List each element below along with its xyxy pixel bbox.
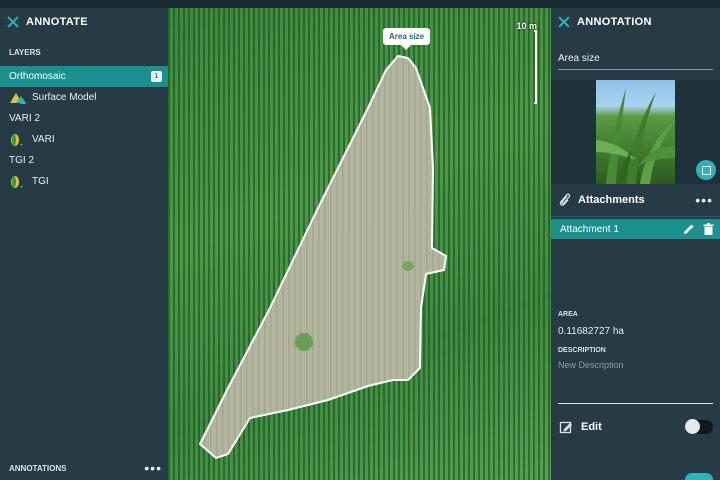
description-label: DESCRIPTION [558, 347, 606, 354]
layer-label: TGI [32, 176, 49, 187]
attachment-item-label: Attachment 1 [560, 223, 619, 235]
layers-label: LAYERS [9, 48, 41, 57]
toggle-knob [685, 419, 700, 434]
annotation-name-field[interactable]: Area size [558, 50, 713, 70]
annotation-header: ANNOTATION [551, 8, 720, 36]
terrain-icon [10, 92, 26, 104]
close-icon[interactable] [557, 15, 571, 29]
layer-tgi-2[interactable]: TGI 2 [0, 150, 168, 171]
layer-label: Surface Model [32, 92, 97, 103]
map-overlay [198, 54, 448, 460]
top-bar [0, 0, 720, 8]
panel-title: ANNOTATE [26, 16, 88, 28]
image-icon [701, 165, 711, 175]
layer-label: VARI 2 [9, 113, 40, 124]
area-label: AREA [558, 311, 578, 318]
layer-surface-model[interactable]: Surface Model [0, 87, 168, 108]
paperclip-icon [559, 193, 571, 206]
secondary-toggle[interactable] [685, 473, 713, 480]
corn-plants-image [596, 88, 675, 184]
layer-tgi[interactable]: TGI [0, 171, 168, 192]
annotation-tooltip[interactable]: Area size [383, 28, 431, 50]
photo-area [551, 80, 720, 184]
attachment-actions [683, 223, 714, 235]
more-options-icon[interactable]: ••• [144, 461, 162, 475]
trash-icon[interactable] [703, 223, 714, 235]
layer-orthomosaic[interactable]: Orthomosaic 1 [0, 66, 168, 87]
attachments-title: Attachments [578, 194, 645, 206]
index-icon [11, 175, 23, 188]
edit-toggle[interactable] [685, 419, 713, 434]
annotate-panel: ANNOTATE LAYERS Orthomosaic 1 Surface Mo… [0, 8, 168, 480]
layer-count-badge: 1 [151, 71, 162, 82]
edit-label: Edit [581, 421, 602, 433]
vegetation-patch [402, 261, 414, 271]
bare-soil-area [200, 56, 446, 458]
edit-group: Edit [559, 420, 602, 434]
layer-vari[interactable]: VARI [0, 129, 168, 150]
layer-label: TGI 2 [9, 155, 35, 166]
layer-label: Orthomosaic [9, 71, 66, 82]
layer-label: VARI [32, 134, 55, 145]
attachments-title-group: Attachments [559, 193, 645, 207]
pencil-icon[interactable] [683, 223, 695, 235]
attachment-photo[interactable] [596, 80, 675, 184]
panel-title: ANNOTATION [577, 16, 652, 28]
layer-vari-2[interactable]: VARI 2 [0, 108, 168, 129]
add-attachment-button[interactable] [696, 160, 716, 180]
edit-shape-icon [559, 421, 572, 434]
more-options-icon[interactable]: ••• [695, 193, 713, 207]
annotation-panel: ANNOTATION Area size Attachments ••• Att… [551, 8, 720, 480]
annotate-header: ANNOTATE [0, 8, 168, 36]
vegetation-patch [295, 333, 313, 351]
index-icon [11, 133, 23, 146]
attachments-header: Attachments ••• [551, 184, 720, 217]
attachment-item[interactable]: Attachment 1 [551, 219, 720, 239]
next-row [551, 473, 720, 480]
edit-row: Edit [551, 414, 720, 440]
area-value: 0.11682727 ha [558, 326, 624, 337]
annotations-label: ANNOTATIONS [9, 463, 67, 473]
annotations-footer: ANNOTATIONS ••• [0, 456, 168, 480]
scale-bar [534, 30, 537, 104]
close-icon[interactable] [6, 15, 20, 29]
description-input[interactable]: New Description [558, 354, 713, 404]
map-view[interactable]: Area size 10 m [168, 8, 551, 480]
